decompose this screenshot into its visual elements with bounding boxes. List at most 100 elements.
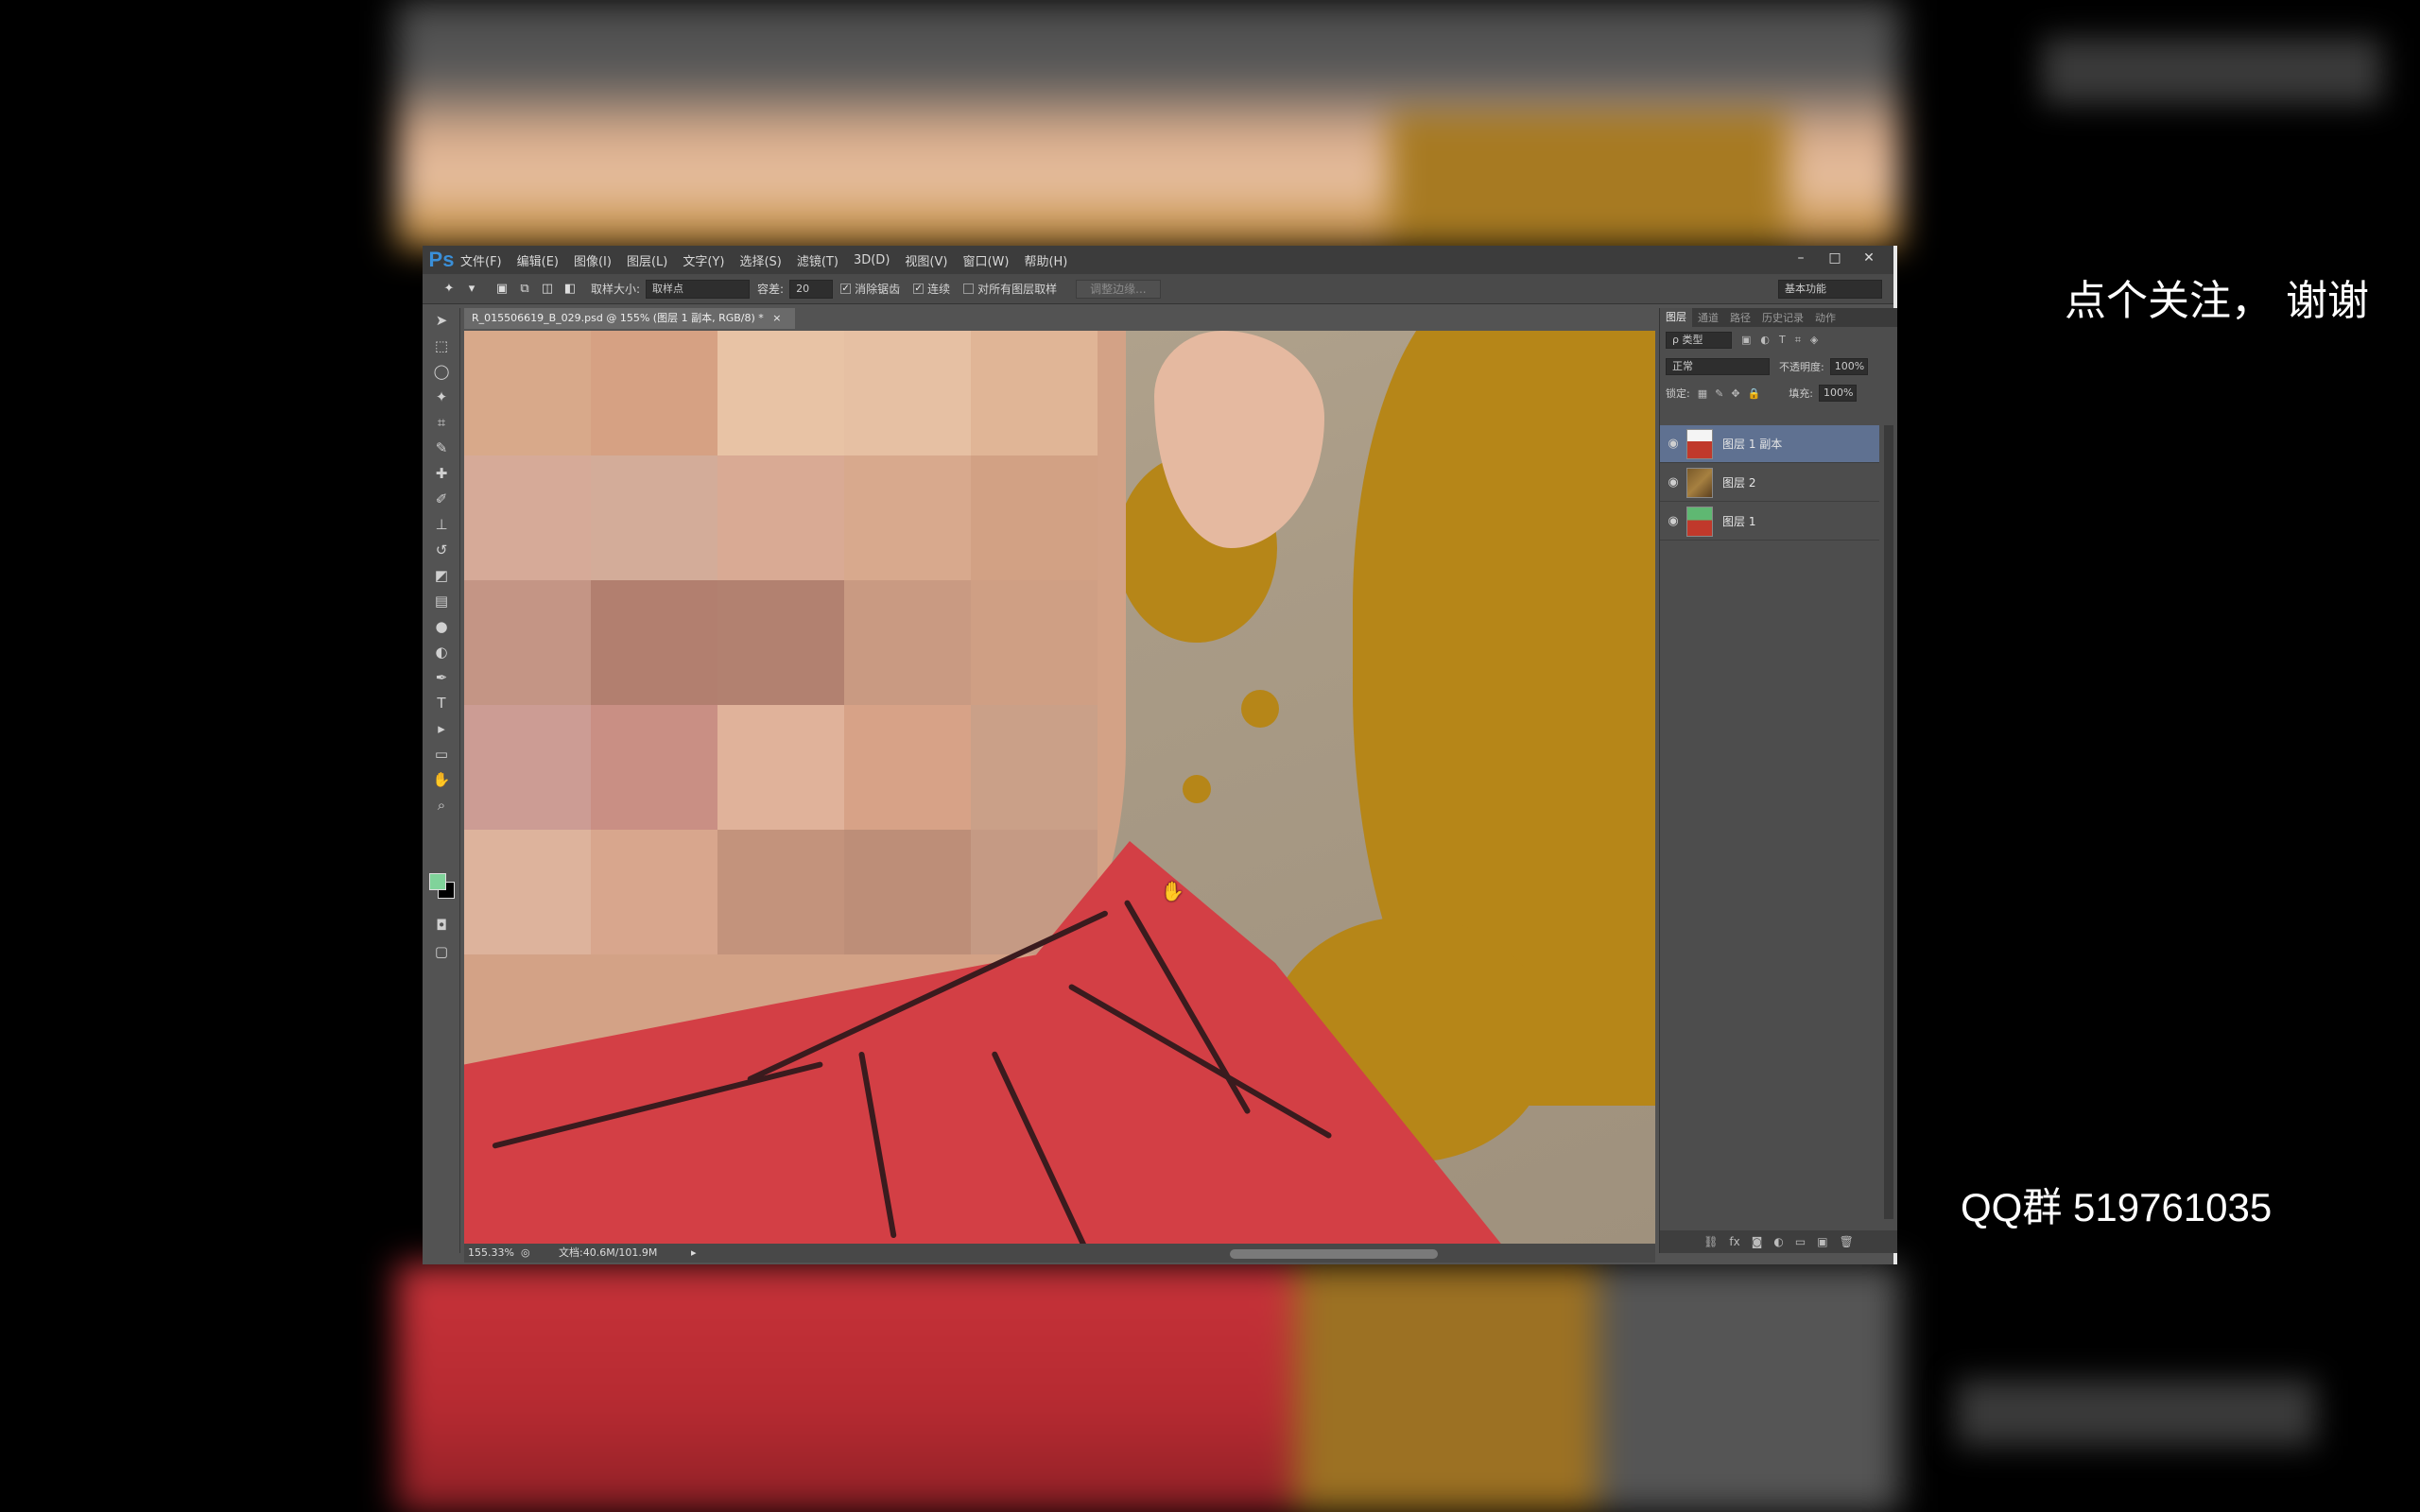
status-info-icon[interactable]: ◎ [521,1244,559,1263]
tab-paths[interactable]: 路径 [1724,310,1756,325]
gradient-tool-icon[interactable]: ▤ [423,589,460,614]
tab-channels[interactable]: 通道 [1692,310,1724,325]
dodge-tool-icon[interactable]: ◐ [423,640,460,665]
minimize-button[interactable]: – [1784,248,1818,268]
new-group-icon[interactable]: ▭ [1795,1235,1806,1248]
eye-icon[interactable]: ◉ [1660,514,1686,528]
eyedropper-tool-icon[interactable]: ✎ [423,436,460,461]
stamp-tool-icon[interactable]: ⊥ [423,512,460,538]
screen-mode-icon[interactable]: ▢ [423,939,460,965]
foreground-color-swatch[interactable] [429,873,446,890]
opacity-input[interactable]: 100% [1829,358,1868,375]
fill-input[interactable]: 100% [1818,385,1857,402]
lock-label: 锁定: [1666,387,1690,400]
video-frame: Ps 文件(F) 编辑(E) 图像(I) 图层(L) 文字(Y) 选择(S) 滤… [0,0,2420,1512]
subtract-selection-icon[interactable]: ◫ [538,280,557,299]
add-mask-icon[interactable]: ◙ [1752,1235,1763,1248]
eye-icon[interactable]: ◉ [1660,437,1686,451]
mosaic-tile [971,580,1098,705]
blurred-background-bottom [397,1264,1900,1512]
horizontal-scrollbar[interactable] [1230,1249,1438,1259]
path-select-tool-icon[interactable]: ▸ [423,716,460,742]
menu-3d[interactable]: 3D(D) [854,253,890,267]
tolerance-label: 容差: [757,283,785,296]
blend-mode-select[interactable]: 正常 [1666,358,1770,375]
menu-view[interactable]: 视图(V) [905,251,947,269]
mosaic-tile [844,331,971,455]
healing-tool-icon[interactable]: ✚ [423,461,460,487]
brush-tool-icon[interactable]: ✐ [423,487,460,512]
type-tool-icon[interactable]: T [423,691,460,716]
menu-type[interactable]: 文字(Y) [683,251,724,269]
new-selection-icon[interactable]: ▣ [493,280,511,299]
document-canvas[interactable]: ✋ [464,331,1655,1244]
magic-wand-tool-icon[interactable]: ✦ [423,385,460,410]
mosaic-tile [844,830,971,954]
menu-help[interactable]: 帮助(H) [1024,251,1067,269]
add-selection-icon[interactable]: ⧉ [515,280,534,299]
menu-select[interactable]: 选择(S) [739,251,781,269]
layer-item[interactable]: ◉ 图层 1 副本 [1660,425,1879,463]
sample-all-checkbox[interactable] [963,284,975,294]
new-layer-icon[interactable]: ▣ [1817,1235,1827,1248]
hand-tool-icon[interactable]: ✋ [423,767,460,793]
photoshop-window: Ps 文件(F) 编辑(E) 图像(I) 图层(L) 文字(Y) 选择(S) 滤… [423,246,1897,1264]
eye-icon[interactable]: ◉ [1660,475,1686,490]
mosaic-tile [464,580,591,705]
intersect-selection-icon[interactable]: ◧ [561,280,579,299]
menu-filter[interactable]: 滤镜(T) [797,251,838,269]
antialias-checkbox[interactable]: ✓ [840,284,852,294]
mosaic-tile [591,830,717,954]
menu-window[interactable]: 窗口(W) [962,251,1009,269]
menu-file[interactable]: 文件(F) [460,251,502,269]
menu-layer[interactable]: 图层(L) [627,251,667,269]
options-bar: ✦ ▾ ▣ ⧉ ◫ ◧ 取样大小: 取样点 容差: 20 ✓ 消除锯齿 ✓ 连续… [423,274,1893,304]
menu-edit[interactable]: 编辑(E) [517,251,559,269]
layer-item[interactable]: ◉ 图层 2 [1660,464,1879,502]
mosaic-tile [591,705,717,830]
refine-edge-button[interactable]: 调整边缘... [1076,279,1161,299]
move-tool-icon[interactable]: ➤ [423,308,460,334]
history-brush-tool-icon[interactable]: ↺ [423,538,460,563]
pen-tool-icon[interactable]: ✒ [423,665,460,691]
tab-history[interactable]: 历史记录 [1756,310,1809,325]
fx-icon[interactable]: fx [1729,1235,1739,1248]
document-tab[interactable]: R_015506619_B_029.psd @ 155% (图层 1 副本, R… [464,308,795,329]
link-layers-icon[interactable]: ⛓ [1703,1235,1718,1248]
tolerance-input[interactable]: 20 [789,279,834,299]
status-menu-arrow-icon[interactable]: ▸ [691,1244,710,1263]
tab-actions[interactable]: 动作 [1809,310,1841,325]
blur-tool-icon[interactable]: ● [423,614,460,640]
delete-layer-icon[interactable]: 🗑 [1840,1235,1854,1248]
tab-layers[interactable]: 图层 [1660,308,1692,327]
marquee-tool-icon[interactable]: ⬚ [423,334,460,359]
lasso-tool-icon[interactable]: ◯ [423,359,460,385]
quick-mask-icon[interactable]: ◘ [423,913,460,938]
lock-icons[interactable]: ▦✎✥🔒 [1698,387,1769,400]
zoom-tool-icon[interactable]: ⌕ [423,793,460,818]
layer-item[interactable]: ◉ 图层 1 [1660,503,1879,541]
close-tab-icon[interactable]: × [772,312,781,324]
layers-scrollbar[interactable] [1884,425,1893,1219]
sample-size-select[interactable]: 取样点 [646,279,751,299]
maximize-button[interactable]: □ [1818,248,1852,268]
menu-image[interactable]: 图像(I) [574,251,612,269]
crop-tool-icon[interactable]: ⌗ [423,410,460,436]
magic-wand-icon[interactable]: ✦ [440,280,458,299]
opacity-label: 不透明度: [1779,361,1824,373]
menu-bar: Ps 文件(F) 编辑(E) 图像(I) 图层(L) 文字(Y) 选择(S) 滤… [423,246,1893,274]
fill-label: 填充: [1789,387,1813,400]
sample-all-label: 对所有图层取样 [977,283,1058,296]
hand-cursor-icon: ✋ [1161,880,1184,902]
workspace-select[interactable]: 基本功能 [1778,280,1882,299]
close-button[interactable]: ✕ [1852,248,1886,268]
layer-filter-select[interactable]: ρ 类型 [1666,332,1732,349]
zoom-level[interactable]: 155.33% [464,1244,521,1263]
mosaic-tile [717,830,844,954]
eraser-tool-icon[interactable]: ◩ [423,563,460,589]
filter-icons[interactable]: ▣◐T⌗◈ [1741,334,1827,347]
shape-tool-icon[interactable]: ▭ [423,742,460,767]
contiguous-checkbox[interactable]: ✓ [913,284,925,294]
chevron-down-icon[interactable]: ▾ [462,280,481,299]
adjustment-layer-icon[interactable]: ◐ [1773,1235,1783,1248]
